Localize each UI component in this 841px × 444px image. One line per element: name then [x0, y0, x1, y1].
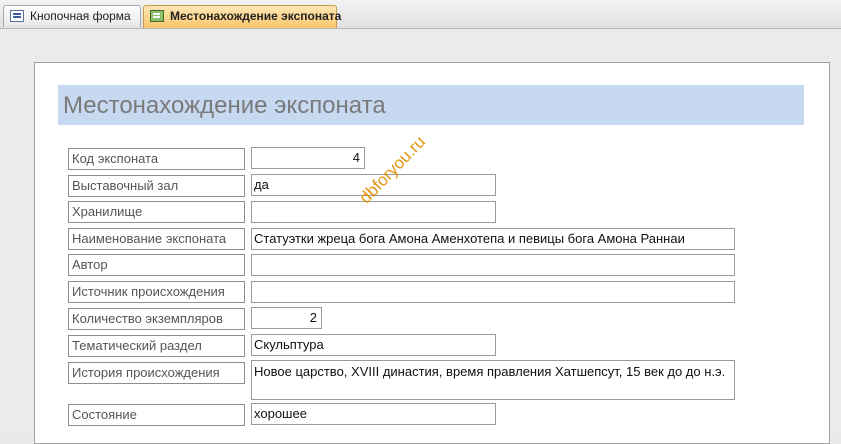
label-exhibition-hall: Выставочный зал — [68, 175, 245, 197]
field-copies-count[interactable]: 2 — [251, 307, 322, 329]
label-author: Автор — [68, 254, 245, 276]
label-condition: Состояние — [68, 404, 245, 426]
form-icon — [150, 10, 164, 22]
label-storage: Хранилище — [68, 201, 245, 223]
field-exhibit-code[interactable]: 4 — [251, 147, 365, 169]
tab-label: Местонахождение экспоната — [170, 9, 342, 23]
field-origin-source[interactable] — [251, 281, 735, 303]
form-title: Местонахождение экспоната — [63, 92, 386, 119]
label-exhibit-code: Код экспоната — [68, 148, 245, 170]
field-thematic-section[interactable]: Скульптура — [251, 334, 496, 356]
switchboard-form-icon — [10, 10, 24, 22]
label-thematic-section: Тематический раздел — [68, 335, 245, 357]
label-copies-count: Количество экземпляров — [68, 308, 245, 330]
field-condition[interactable]: хорошее — [251, 403, 496, 425]
field-exhibit-name[interactable]: Статуэтки жреца бога Амона Аменхотепа и … — [251, 228, 735, 250]
label-origin-source: Источник происхождения — [68, 281, 245, 303]
field-author[interactable] — [251, 254, 735, 276]
tab-switchboard-form[interactable]: Кнопочная форма — [3, 5, 141, 27]
document-tab-strip: Кнопочная форма Местонахождение экспонат… — [0, 0, 841, 29]
label-origin-history: История происхождения — [68, 362, 245, 384]
tab-label: Кнопочная форма — [30, 9, 131, 23]
field-origin-history[interactable]: Новое царство, XVIII династия, время пра… — [251, 360, 735, 400]
label-exhibit-name: Наименование экспоната — [68, 228, 245, 250]
tab-exhibit-location[interactable]: Местонахождение экспоната — [143, 5, 341, 28]
